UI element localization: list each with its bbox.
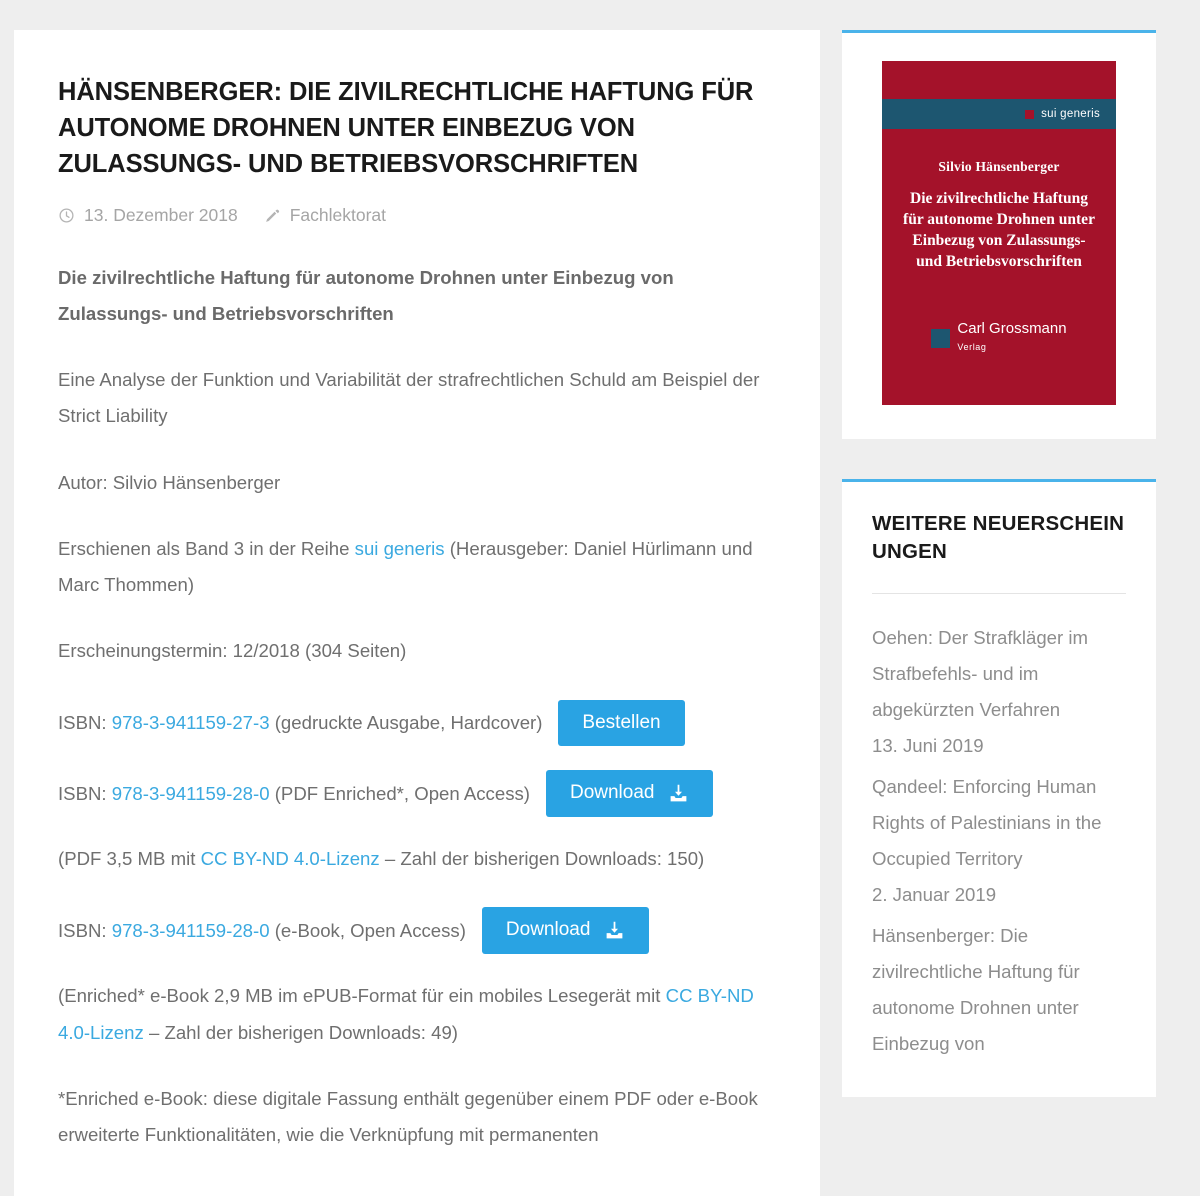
series-link[interactable]: sui generis (355, 538, 445, 559)
download-icon (668, 783, 689, 804)
list-item: Hänsenberger: Die zivilrechtliche Haftun… (872, 918, 1126, 1063)
page-root: Hänsenberger: Die zivilrechtliche Haftun… (0, 0, 1200, 1196)
isbn-text-pdf: ISBN: 978-3-941159-28-0 (PDF Enriched*, … (58, 776, 530, 812)
isbn-suffix: (gedruckte Ausgabe, Hardcover) (269, 711, 543, 733)
new-releases-widget: Weitere Neuerscheinungen Oehen: Der Stra… (842, 479, 1156, 1097)
book-cover-image[interactable]: sui generis Silvio Hänsenberger Die zivi… (882, 61, 1116, 405)
pencil-icon (264, 207, 281, 224)
article-meta: 13. Dezember 2018 Fachlektorat (58, 205, 776, 226)
new-releases-title: Weitere Neuerscheinungen (872, 512, 1125, 564)
isbn-text-print: ISBN: 978-3-941159-27-3 (gedruckte Ausga… (58, 705, 542, 741)
news-date: 2. Januar 2019 (872, 884, 997, 906)
article-card: Hänsenberger: Die zivilrechtliche Haftun… (14, 30, 820, 1196)
widget-divider (872, 592, 1126, 594)
publisher-logo-text: Carl Grossmann Verlag (957, 321, 1066, 355)
news-link[interactable]: Qandeel: Enforcing Human Rights of Pales… (872, 769, 1126, 878)
sui-generis-mark-icon (1025, 109, 1035, 119)
cover-title: Die zivilrechtliche Haftung für autonome… (903, 190, 1095, 270)
isbn-prefix: ISBN: (58, 919, 112, 941)
publisher-name: Carl Grossmann (957, 320, 1067, 338)
pdf-note: (PDF 3,5 MB mit CC BY-ND 4.0-Lizenz – Za… (58, 841, 776, 877)
article-subtitle: Eine Analyse der Funktion und Variabilit… (58, 369, 760, 427)
meta-date-label: 13. Dezember 2018 (84, 204, 238, 225)
page-title: Hänsenberger: Die zivilrechtliche Haftun… (58, 78, 754, 179)
news-link[interactable]: Hänsenberger: Die zivilrechtliche Haftun… (872, 918, 1126, 1063)
isbn-suffix: (e-Book, Open Access) (269, 919, 466, 941)
cover-series-label: sui generis (1041, 108, 1100, 120)
list-item: Qandeel: Enforcing Human Rights of Pales… (872, 769, 1126, 914)
enriched-footnote: *Enriched e-Book: diese digitale Fassung… (58, 1087, 758, 1145)
pdf-note-after: – Zahl der bisherigen Downloads: 150) (379, 848, 705, 870)
download-icon (604, 920, 625, 941)
epub-note-before: (Enriched* e-Book 2,9 MB im ePUB-Format … (58, 985, 666, 1007)
isbn-link[interactable]: 978-3-941159-27-3 (112, 712, 270, 733)
article-publication-date: Erscheinungstermin: 12/2018 (304 Seiten) (58, 640, 407, 662)
download-ebook-button[interactable]: Download (481, 907, 650, 955)
meta-date: 13. Dezember 2018 (58, 205, 238, 226)
article-series: Erschienen als Band 3 in der Reihe sui g… (58, 531, 776, 604)
clock-icon (58, 207, 75, 224)
download-ebook-button-label: Download (505, 919, 591, 941)
isbn-prefix: ISBN: (58, 711, 112, 733)
book-cover-widget: sui generis Silvio Hänsenberger Die zivi… (842, 30, 1156, 439)
order-button[interactable]: Bestellen (558, 699, 685, 747)
isbn-row-pdf: ISBN: 978-3-941159-28-0 (PDF Enriched*, … (58, 770, 776, 818)
news-link[interactable]: Oehen: Der Strafkläger im Strafbefehls- … (872, 620, 1126, 729)
meta-category-label: Fachlektorat (289, 204, 387, 225)
new-releases-list: Oehen: Der Strafkläger im Strafbefehls- … (872, 620, 1126, 1063)
download-pdf-button[interactable]: Download (545, 770, 714, 818)
sidebar: sui generis Silvio Hänsenberger Die zivi… (842, 30, 1156, 1097)
isbn-prefix: ISBN: (58, 782, 112, 804)
series-before: Erschienen als Band 3 in der Reihe (58, 537, 355, 559)
article-lead: Die zivilrechtliche Haftung für autonome… (58, 266, 674, 324)
isbn-text-ebook: ISBN: 978-3-941159-28-0 (e-Book, Open Ac… (58, 913, 466, 949)
isbn-link[interactable]: 978-3-941159-28-0 (112, 783, 270, 804)
cover-author: Silvio Hänsenberger (938, 159, 1060, 174)
epub-note-after: – Zahl der bisherigen Downloads: 49) (143, 1021, 459, 1043)
publisher-logo: Carl Grossmann Verlag (882, 321, 1116, 355)
meta-category[interactable]: Fachlektorat (264, 205, 386, 226)
article-author: Autor: Silvio Hänsenberger (58, 471, 281, 493)
pdf-note-before: (PDF 3,5 MB mit (58, 848, 201, 870)
isbn-row-print: ISBN: 978-3-941159-27-3 (gedruckte Ausga… (58, 699, 776, 747)
publisher-sub: Verlag (957, 342, 987, 353)
cover-series-band: sui generis (882, 99, 1116, 129)
order-button-label: Bestellen (582, 711, 661, 733)
download-pdf-button-label: Download (569, 782, 655, 804)
publisher-mark-icon (931, 328, 951, 348)
isbn-row-ebook: ISBN: 978-3-941159-28-0 (e-Book, Open Ac… (58, 907, 776, 955)
list-item: Oehen: Der Strafkläger im Strafbefehls- … (872, 620, 1126, 765)
pdf-license-link[interactable]: CC BY-ND 4.0-Lizenz (201, 848, 380, 869)
epub-note: (Enriched* e-Book 2,9 MB im ePUB-Format … (58, 978, 776, 1051)
isbn-suffix: (PDF Enriched*, Open Access) (269, 782, 530, 804)
isbn-link[interactable]: 978-3-941159-28-0 (112, 920, 270, 941)
news-date: 13. Juni 2019 (872, 735, 984, 757)
